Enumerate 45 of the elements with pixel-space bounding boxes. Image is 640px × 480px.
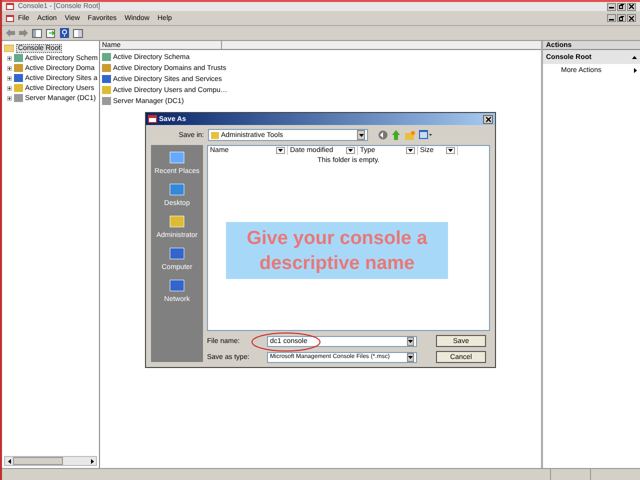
column-menu-icon[interactable] [276, 147, 285, 154]
expand-icon[interactable] [7, 96, 12, 100]
column-menu-icon[interactable] [406, 147, 415, 154]
place-icon [169, 279, 185, 294]
export-icon[interactable] [46, 28, 56, 38]
expand-icon[interactable] [7, 66, 12, 70]
restore-button[interactable] [617, 2, 626, 10]
close-button[interactable] [483, 114, 493, 124]
place-icon [168, 247, 185, 262]
dropdown-arrow-icon [407, 352, 414, 362]
help-icon[interactable] [60, 28, 69, 38]
submenu-arrow-icon [634, 68, 637, 72]
back-icon[interactable] [378, 130, 388, 140]
minimize-button[interactable] [607, 2, 616, 10]
close-button[interactable] [627, 2, 636, 10]
dropdown-arrow-icon [407, 336, 414, 346]
scroll-right-arrow-icon[interactable] [90, 458, 94, 464]
restore-button[interactable] [617, 14, 626, 22]
horizontal-scrollbar[interactable] [4, 456, 97, 466]
folder-icon [4, 44, 14, 52]
highlight-ellipse [251, 332, 321, 352]
close-icon [629, 4, 634, 9]
instruction-callout: Give your console a descriptive name [226, 222, 448, 279]
folder-icon [211, 131, 219, 139]
column-menu-icon[interactable] [346, 147, 355, 154]
close-icon [629, 16, 634, 20]
panel-icon[interactable] [73, 28, 83, 38]
expand-icon[interactable] [7, 86, 12, 90]
close-button[interactable] [627, 14, 636, 22]
minimize-icon [609, 4, 614, 9]
minimize-button[interactable] [607, 14, 616, 22]
place-icon [168, 151, 185, 166]
console-tree-icon[interactable] [32, 28, 42, 38]
place-icon [169, 183, 185, 198]
expand-icon[interactable] [7, 76, 12, 80]
restore-icon [619, 4, 624, 9]
collapse-icon[interactable] [632, 56, 637, 58]
view-menu-icon[interactable] [419, 130, 432, 140]
restore-icon [619, 16, 624, 20]
dialog-icon [148, 115, 157, 123]
close-icon [486, 116, 490, 122]
place-icon [168, 215, 185, 230]
column-menu-icon[interactable] [446, 147, 455, 154]
expand-icon[interactable] [7, 56, 12, 60]
scroll-left-arrow-icon[interactable] [8, 458, 10, 464]
